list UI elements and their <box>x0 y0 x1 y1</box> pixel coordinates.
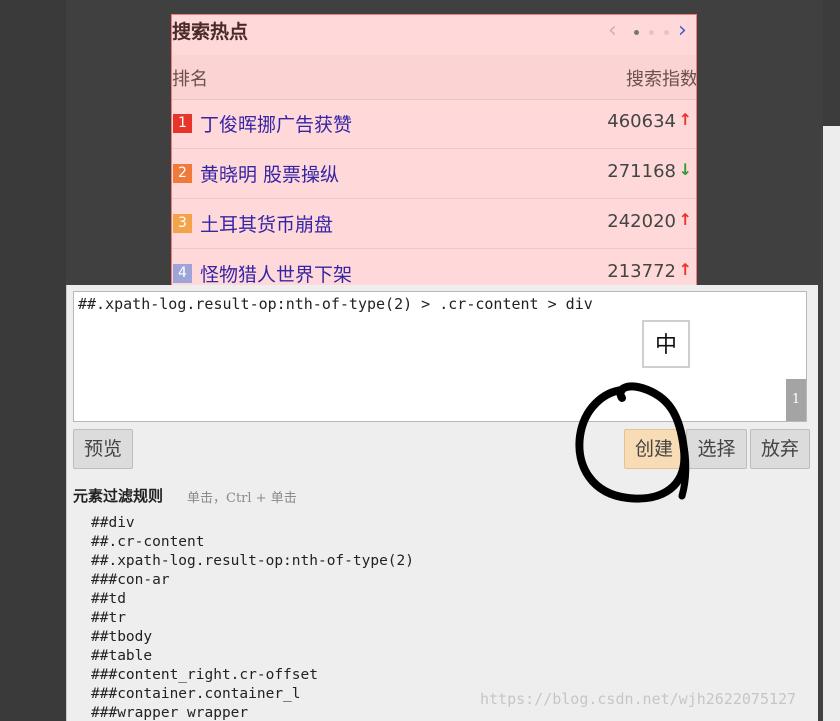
hot-search-row[interactable]: 2 黄晓明 股票操纵 271168 ↓ <box>172 149 696 199</box>
arrow-up-icon: ↑ <box>678 110 692 129</box>
filter-rule-item[interactable]: ##.xpath-log.result-op:nth-of-type(2) <box>91 552 414 571</box>
filter-rules-heading: 元素过滤规则 <box>73 487 164 505</box>
scrollbar-thumb[interactable] <box>823 126 840 721</box>
rank-badge: 4 <box>173 264 192 283</box>
search-index-value: 242020 <box>607 211 676 232</box>
page-dot[interactable] <box>664 30 669 35</box>
search-index-value: 213772 <box>607 261 676 282</box>
filter-rule-item[interactable]: ##tbody <box>91 628 414 647</box>
select-button[interactable]: 选择 <box>686 429 747 469</box>
rank-badge: 2 <box>173 164 192 183</box>
filter-rule-item[interactable]: ###con-ar <box>91 571 414 590</box>
search-index-value: 271168 <box>607 161 676 182</box>
filter-rule-item[interactable]: ##tr <box>91 609 414 628</box>
hot-search-link[interactable]: 怪物猎人世界下架 <box>200 260 352 285</box>
rank-badge: 1 <box>173 114 192 133</box>
filter-rule-text[interactable]: ##.xpath-log.result-op:nth-of-type(2) > … <box>78 295 593 313</box>
filter-rule-item[interactable]: ###wrapper wrapper <box>91 704 414 721</box>
hot-search-link[interactable]: 丁俊晖挪广告获赞 <box>200 110 352 137</box>
chevron-right-icon[interactable]: › <box>678 19 687 43</box>
hot-search-row[interactable]: 4 怪物猎人世界下架 213772 ↑ <box>172 249 696 285</box>
hot-search-title: 搜索热点 <box>172 21 249 43</box>
create-button[interactable]: 创建 <box>624 429 684 469</box>
rank-badge: 3 <box>173 214 192 233</box>
ime-indicator: 中 <box>642 320 690 368</box>
line-count-badge: 1 <box>786 379 806 421</box>
hot-search-panel: 搜索热点 ‹ › 排名 搜索指数 1 丁俊晖挪广告获赞 460634 ↑ 2 黄… <box>171 14 697 286</box>
chevron-left-icon[interactable]: ‹ <box>608 19 617 43</box>
filter-rule-item[interactable]: ##table <box>91 647 414 666</box>
page-dot-active[interactable] <box>634 30 639 35</box>
filter-rule-item[interactable]: ##td <box>91 590 414 609</box>
arrow-down-icon: ↓ <box>678 160 692 179</box>
hot-search-row[interactable]: 1 丁俊晖挪广告获赞 460634 ↑ <box>172 99 696 149</box>
filter-rule-item[interactable]: ##.cr-content <box>91 533 414 552</box>
hot-search-link[interactable]: 土耳其货币崩盘 <box>200 210 333 237</box>
hot-search-header: 排名 搜索指数 <box>172 55 697 100</box>
element-filter-panel: ##.xpath-log.result-op:nth-of-type(2) > … <box>66 285 818 721</box>
preview-button[interactable]: 预览 <box>73 429 133 469</box>
index-column-header: 搜索指数 <box>626 69 697 90</box>
watermark: https://blog.csdn.net/wjh2622075127 <box>480 690 797 708</box>
screen: 搜索热点 ‹ › 排名 搜索指数 1 丁俊晖挪广告获赞 460634 ↑ 2 黄… <box>0 0 840 721</box>
discard-button[interactable]: 放弃 <box>750 429 810 469</box>
filter-rule-item[interactable]: ###container.container_l <box>91 685 414 704</box>
hot-search-row[interactable]: 3 土耳其货币崩盘 242020 ↑ <box>172 199 696 249</box>
arrow-up-icon: ↑ <box>678 260 692 279</box>
filter-rule-item[interactable]: ##div <box>91 514 414 533</box>
filter-rule-textarea[interactable]: ##.xpath-log.result-op:nth-of-type(2) > … <box>73 291 807 422</box>
filter-rules-hint: 单击，Ctrl + 单击 <box>187 491 297 506</box>
arrow-up-icon: ↑ <box>678 210 692 229</box>
page-dot[interactable] <box>649 30 654 35</box>
search-index-value: 460634 <box>607 111 676 132</box>
rank-column-header: 排名 <box>172 69 208 90</box>
filter-rules-list: ##div ##.cr-content ##.xpath-log.result-… <box>91 514 414 721</box>
hot-search-link[interactable]: 黄晓明 股票操纵 <box>200 160 339 187</box>
filter-rule-item[interactable]: ###content_right.cr-offset <box>91 666 414 685</box>
